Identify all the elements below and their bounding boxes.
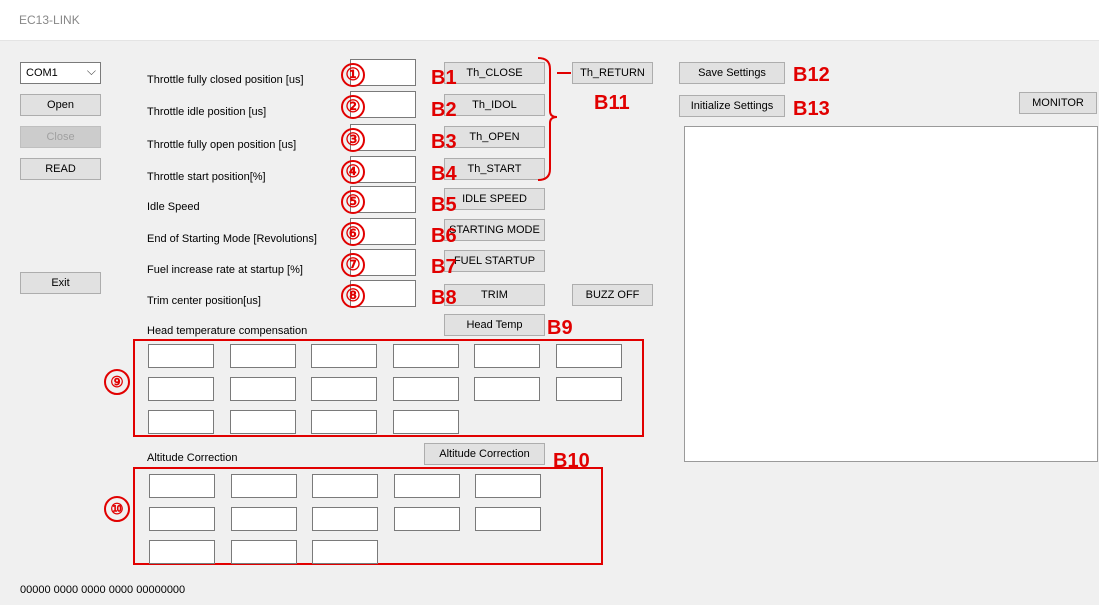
th-idol-button[interactable]: Th_IDOL — [444, 94, 545, 116]
param-label-throttle-open: Throttle fully open position [us] — [147, 139, 297, 151]
head-temp-field-r2c4[interactable] — [392, 377, 459, 401]
app-window: EC13-LINK COM1 ⌵ Open Close READ Exit Th… — [0, 0, 1099, 605]
th-return-button[interactable]: Th_RETURN — [572, 62, 653, 84]
head-temp-button[interactable]: Head Temp — [444, 314, 545, 336]
head-temp-field-r3c3[interactable] — [311, 410, 377, 434]
head-temp-field-r3c2[interactable] — [229, 410, 296, 434]
head-temp-field-r3c4[interactable] — [392, 410, 459, 434]
head-temp-field-r2c5[interactable] — [474, 377, 540, 401]
head-temp-field-r2c2[interactable] — [229, 377, 296, 401]
monitor-button[interactable]: MONITOR — [1019, 92, 1097, 114]
annotation-b2: B2 — [431, 99, 457, 121]
head-temp-field-r1c3[interactable] — [311, 344, 377, 368]
param-label-idle-speed: Idle Speed — [147, 201, 200, 213]
head-temp-label: Head temperature compensation — [147, 325, 308, 337]
starting-mode-button[interactable]: STARTING MODE — [444, 219, 545, 241]
head-temp-field-r2c6[interactable] — [555, 377, 622, 401]
annotation-b8: B8 — [431, 287, 457, 309]
th-close-button[interactable]: Th_CLOSE — [444, 62, 545, 84]
head-temp-field-r2c3[interactable] — [311, 377, 377, 401]
annotation-b3: B3 — [431, 131, 457, 153]
fuel-startup-button[interactable]: FUEL STARTUP — [444, 250, 545, 272]
annotation-b9: B9 — [547, 317, 573, 339]
marker-5: ⑤ — [341, 190, 365, 214]
window-title: EC13-LINK — [19, 13, 80, 27]
marker-1: ① — [341, 63, 365, 87]
altitude-field-r2c3[interactable] — [312, 507, 378, 531]
param-label-starting-mode: End of Starting Mode [Revolutions] — [147, 233, 317, 245]
head-temp-field-r1c1[interactable] — [148, 344, 214, 368]
marker-7: ⑦ — [341, 253, 365, 277]
altitude-field-r3c2[interactable] — [230, 540, 297, 564]
altitude-field-r2c1[interactable] — [149, 507, 215, 531]
bracket-annotation — [537, 57, 571, 181]
com-port-select[interactable]: COM1 ⌵ — [20, 62, 101, 84]
altitude-field-r2c2[interactable] — [230, 507, 297, 531]
head-temp-field-r2c1[interactable] — [148, 377, 214, 401]
param-label-fuel-startup: Fuel increase rate at startup [%] — [147, 264, 303, 276]
status-line: 00000 0000 0000 0000 00000000 — [20, 584, 186, 596]
altitude-correction-button[interactable]: Altitude Correction — [424, 443, 545, 465]
marker-4: ④ — [341, 160, 365, 184]
param-label-throttle-idle: Throttle idle position [us] — [147, 106, 267, 118]
trim-button[interactable]: TRIM — [444, 284, 545, 306]
altitude-field-r1c5[interactable] — [475, 474, 541, 498]
head-temp-field-r1c4[interactable] — [392, 344, 459, 368]
altitude-field-r2c4[interactable] — [393, 507, 460, 531]
annotation-b6: B6 — [431, 225, 457, 247]
param-label-throttle-closed: Throttle fully closed position [us] — [147, 74, 304, 86]
param-label-throttle-start: Throttle start position[%] — [147, 171, 266, 183]
marker-3: ③ — [341, 128, 365, 152]
marker-9: ⑨ — [104, 369, 130, 395]
buzz-off-button[interactable]: BUZZ OFF — [572, 284, 653, 306]
th-open-button[interactable]: Th_OPEN — [444, 126, 545, 148]
altitude-field-r1c1[interactable] — [149, 474, 215, 498]
altitude-label: Altitude Correction — [147, 452, 238, 464]
marker-2: ② — [341, 95, 365, 119]
title-bar: EC13-LINK — [0, 0, 1099, 41]
open-button[interactable]: Open — [20, 94, 101, 116]
save-settings-button[interactable]: Save Settings — [679, 62, 785, 84]
marker-8: ⑧ — [341, 284, 365, 308]
altitude-field-r3c3[interactable] — [312, 540, 378, 564]
close-button[interactable]: Close — [20, 126, 101, 148]
exit-button[interactable]: Exit — [20, 272, 101, 294]
initialize-settings-button[interactable]: Initialize Settings — [679, 95, 785, 117]
annotation-b1: B1 — [431, 67, 457, 89]
annotation-b7: B7 — [431, 256, 457, 278]
monitor-output-area[interactable] — [684, 126, 1098, 462]
annotation-b4: B4 — [431, 163, 457, 185]
marker-6: ⑥ — [341, 222, 365, 246]
head-temp-field-r1c6[interactable] — [555, 344, 622, 368]
altitude-field-r1c4[interactable] — [393, 474, 460, 498]
altitude-field-r1c3[interactable] — [312, 474, 378, 498]
annotation-b5: B5 — [431, 194, 457, 216]
com-port-value: COM1 — [26, 67, 58, 79]
head-temp-field-r1c5[interactable] — [474, 344, 540, 368]
altitude-field-r1c2[interactable] — [230, 474, 297, 498]
head-temp-field-r1c2[interactable] — [229, 344, 296, 368]
altitude-field-r2c5[interactable] — [475, 507, 541, 531]
chevron-down-icon: ⌵ — [86, 64, 96, 78]
annotation-b12: B12 — [793, 64, 830, 86]
param-label-trim: Trim center position[us] — [147, 295, 261, 307]
marker-10: ⑩ — [104, 496, 130, 522]
th-start-button[interactable]: Th_START — [444, 158, 545, 180]
read-button[interactable]: READ — [20, 158, 101, 180]
annotation-b13: B13 — [793, 98, 830, 120]
idle-speed-button[interactable]: IDLE SPEED — [444, 188, 545, 210]
head-temp-field-r3c1[interactable] — [148, 410, 214, 434]
altitude-field-r3c1[interactable] — [149, 540, 215, 564]
annotation-b11: B11 — [594, 92, 630, 114]
